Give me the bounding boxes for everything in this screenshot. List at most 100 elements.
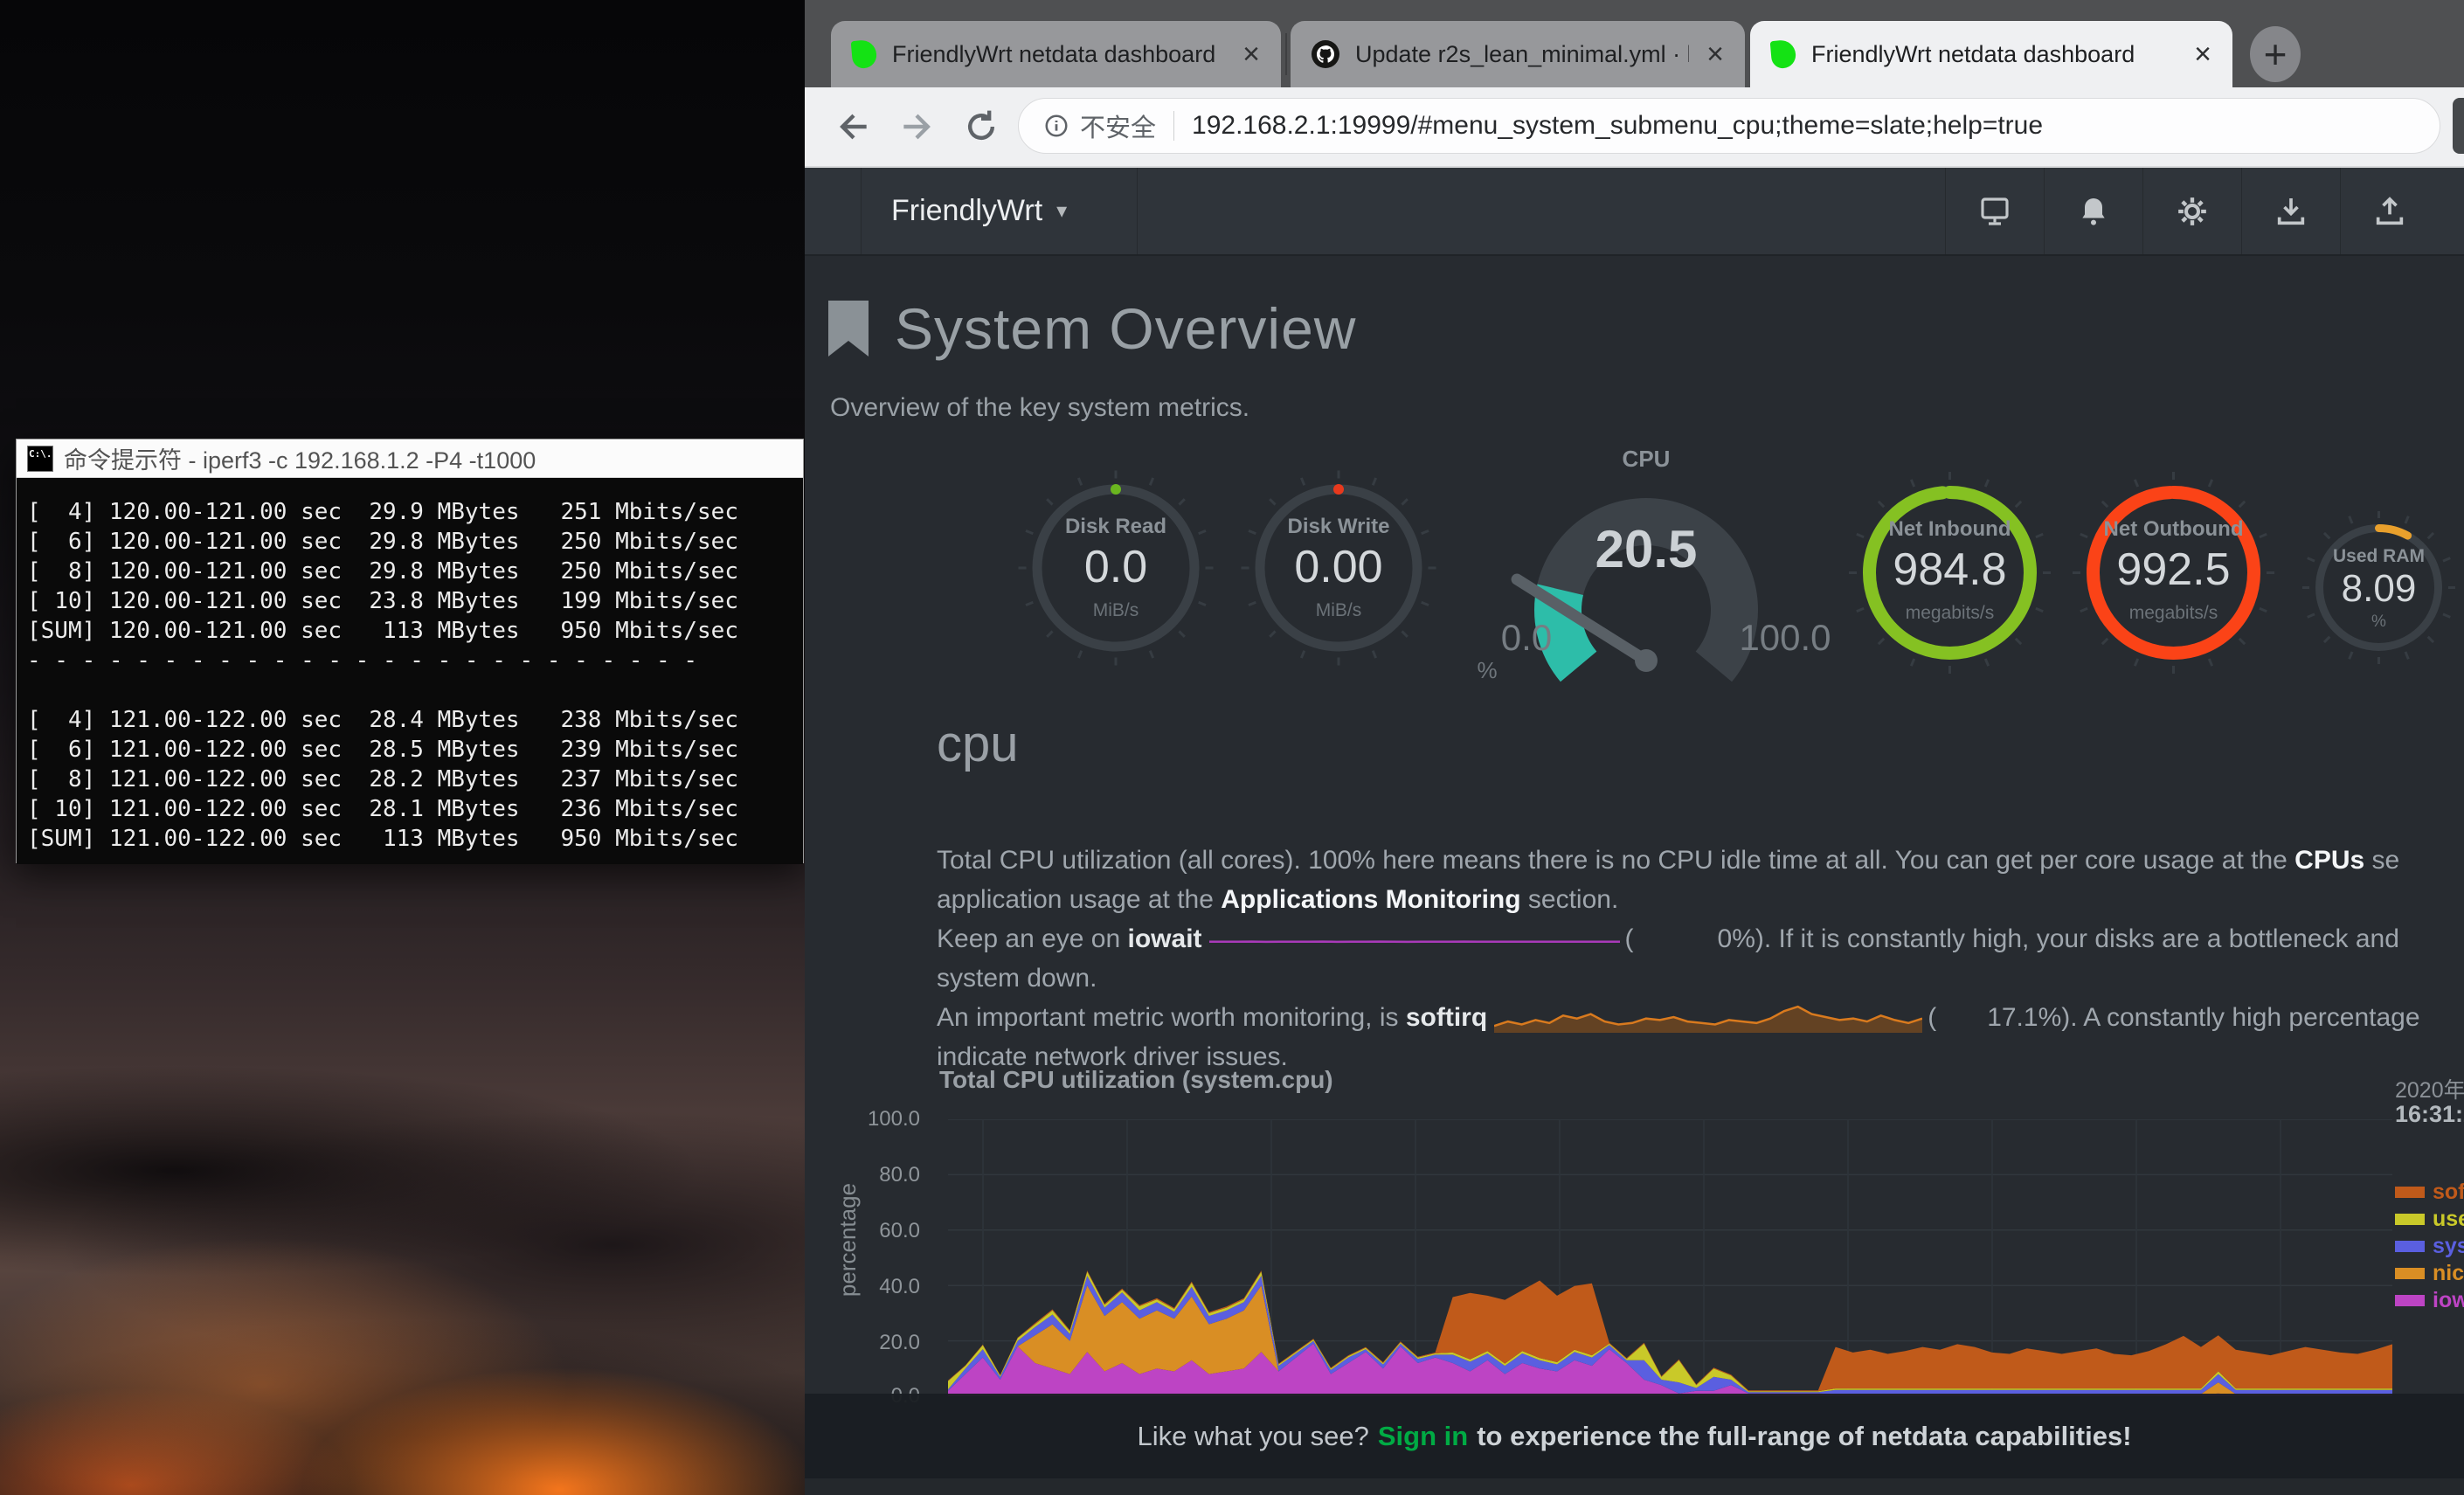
gauge-cpu-value: 20.5 <box>1498 519 1795 579</box>
cpu-section-heading: cpu <box>937 715 1019 773</box>
terminal-titlebar[interactable]: C:\. 命令提示符 - iperf3 -c 192.168.1.2 -P4 -… <box>17 440 803 478</box>
download-icon <box>2274 194 2308 229</box>
iowait-sparkline[interactable] <box>1209 931 1620 945</box>
softirq-sparkline[interactable] <box>1494 998 1922 1035</box>
chart-time: 16:31:2 <box>2395 1101 2464 1128</box>
new-tab-button[interactable]: + <box>2250 26 2301 82</box>
info-icon[interactable] <box>1043 113 1069 139</box>
tab-netdata-1[interactable]: FriendlyWrt netdata dashboard × <box>831 21 1281 87</box>
signin-link[interactable]: Sign in <box>1378 1421 1468 1452</box>
page-title: System Overview <box>895 295 1356 362</box>
gauge-label: Disk Write <box>1238 515 1439 539</box>
tab-label: Update r2s_lean_minimal.yml · k <box>1355 41 1689 68</box>
cpu-help-line-2: application usage at the Applications Mo… <box>937 880 1618 919</box>
gauge-label: Used RAM <box>2302 546 2455 567</box>
reload-button[interactable] <box>955 100 1007 154</box>
signin-text: Like what you see? <box>1137 1421 1368 1452</box>
chevron-down-icon: ▾ <box>1056 198 1067 224</box>
alarms-button[interactable] <box>2044 168 2142 254</box>
gauge-label: Net Outbound <box>2071 517 2276 542</box>
gauge-cpu-unit: % <box>1465 657 1509 684</box>
gauge-value: 984.8 <box>1847 543 2052 596</box>
gauge-unit: megabits/s <box>2071 603 2276 624</box>
y-tick: 100.0 <box>822 1107 920 1132</box>
section-header: System Overview <box>828 295 1356 362</box>
bookmark-icon <box>828 301 869 356</box>
forward-button[interactable] <box>890 100 943 154</box>
cpu-help-line-3: Keep an eye on iowait(0%). If it is cons… <box>937 919 2399 959</box>
legend-swatch <box>2395 1295 2425 1306</box>
tab-close-icon[interactable]: × <box>1242 39 1260 69</box>
gauge-used-ram[interactable]: Used RAM 8.09 % <box>2302 511 2455 664</box>
terminal-title: 命令提示符 - iperf3 -c 192.168.1.2 -P4 -t1000 <box>64 441 536 475</box>
gauge-unit: MiB/s <box>1015 600 1216 621</box>
cpu-utilization-chart[interactable] <box>948 1119 2392 1396</box>
terminal-output[interactable]: [ 4] 120.00-121.00 sec 29.9 MBytes 251 M… <box>17 478 803 864</box>
import-button[interactable] <box>2241 168 2340 254</box>
gauge-net-outbound[interactable]: Net Outbound 992.5 megabits/s <box>2071 470 2276 675</box>
export-button[interactable] <box>2340 168 2439 254</box>
tab-netdata-2-active[interactable]: FriendlyWrt netdata dashboard × <box>1750 21 2232 87</box>
gauge-value: 0.00 <box>1238 541 1439 593</box>
y-axis-label: percentage <box>834 1148 862 1332</box>
gauge-disk-write[interactable]: Disk Write 0.00 MiB/s <box>1238 467 1439 668</box>
cpu-help-line-1: Total CPU utilization (all cores). 100% … <box>937 841 2399 880</box>
settings-button[interactable] <box>2142 168 2241 254</box>
gauge-unit: % <box>2302 613 2455 632</box>
gauge-disk-read[interactable]: Disk Read 0.0 MiB/s <box>1015 467 1216 668</box>
upload-icon <box>2372 194 2407 229</box>
netdata-shield-icon <box>1770 39 1797 69</box>
gauge-cpu[interactable] <box>1498 479 1795 706</box>
gauge-value: 0.0 <box>1015 541 1216 593</box>
legend-swatch <box>2395 1214 2425 1225</box>
gauge-unit: MiB/s <box>1238 600 1439 621</box>
gauge-cpu-label: CPU <box>1498 446 1795 473</box>
gauge-cpu-min: 0.0 <box>1474 617 1579 659</box>
applications-monitoring-link[interactable]: Applications Monitoring <box>1221 885 1520 914</box>
legend-swatch <box>2395 1268 2425 1279</box>
tab-close-icon[interactable]: × <box>2194 39 2211 69</box>
tab-strip: FriendlyWrt netdata dashboard × Update r… <box>805 0 2464 87</box>
signin-banner: Like what you see? Sign in to experience… <box>805 1394 2464 1478</box>
netdata-header: FriendlyWrt ▾ <box>805 168 2464 256</box>
y-tick: 20.0 <box>822 1331 920 1355</box>
extension-button-cut[interactable] <box>2453 98 2464 154</box>
cpu-help-line-5: An important metric worth monitoring, is… <box>937 998 2420 1037</box>
page-bottom-strip <box>805 1478 2464 1495</box>
cmd-icon: C:\. <box>27 446 53 472</box>
bell-icon <box>2076 194 2111 229</box>
tab-label: FriendlyWrt netdata dashboard <box>892 41 1215 68</box>
screen: C:\. 命令提示符 - iperf3 -c 192.168.1.2 -P4 -… <box>0 0 2464 1495</box>
gear-icon <box>2175 194 2210 229</box>
terminal-window[interactable]: C:\. 命令提示符 - iperf3 -c 192.168.1.2 -P4 -… <box>16 439 804 863</box>
gauge-label: Disk Read <box>1015 515 1216 539</box>
host-name: FriendlyWrt <box>891 194 1042 228</box>
chart-title: Total CPU utilization (system.cpu) <box>939 1066 1333 1094</box>
gauge-unit: megabits/s <box>1847 603 2052 624</box>
page-subtitle: Overview of the key system metrics. <box>830 393 1249 423</box>
print-mode-button[interactable] <box>1945 168 2044 254</box>
legend-user[interactable]: user <box>2395 1207 2464 1231</box>
browser-window: FriendlyWrt netdata dashboard × Update r… <box>805 0 2464 1495</box>
legend-softirq[interactable]: softirq <box>2395 1180 2464 1204</box>
back-button[interactable] <box>827 100 880 154</box>
signin-text: to experience the full-range of netdata … <box>1477 1421 2131 1452</box>
cpus-link[interactable]: CPUs <box>2294 846 2364 875</box>
gauge-label: Net Inbound <box>1847 517 2052 542</box>
security-chip[interactable]: 不安全 <box>1080 107 1156 144</box>
netdata-shield-icon <box>851 39 878 69</box>
tab-github[interactable]: Update r2s_lean_minimal.yml · k × <box>1291 21 1745 87</box>
tab-label: FriendlyWrt netdata dashboard <box>1811 41 2135 68</box>
github-icon <box>1312 40 1339 68</box>
url-text[interactable]: 192.168.2.1:19999/#menu_system_submenu_c… <box>1192 111 2043 141</box>
gauge-net-inbound[interactable]: Net Inbound 984.8 megabits/s <box>1847 470 2052 675</box>
gauge-value: 992.5 <box>2071 543 2276 596</box>
chart-date: 2020年3 <box>2395 1073 2464 1104</box>
legend-nice[interactable]: nice <box>2395 1261 2464 1285</box>
legend-system[interactable]: system <box>2395 1234 2464 1258</box>
tab-close-icon[interactable]: × <box>1706 39 1724 69</box>
host-dropdown[interactable]: FriendlyWrt ▾ <box>861 168 1138 254</box>
address-bar[interactable]: 不安全 192.168.2.1:19999/#menu_system_subme… <box>1018 98 2440 154</box>
legend-iowait[interactable]: iowait <box>2395 1288 2464 1312</box>
legend-swatch <box>2395 1187 2425 1198</box>
